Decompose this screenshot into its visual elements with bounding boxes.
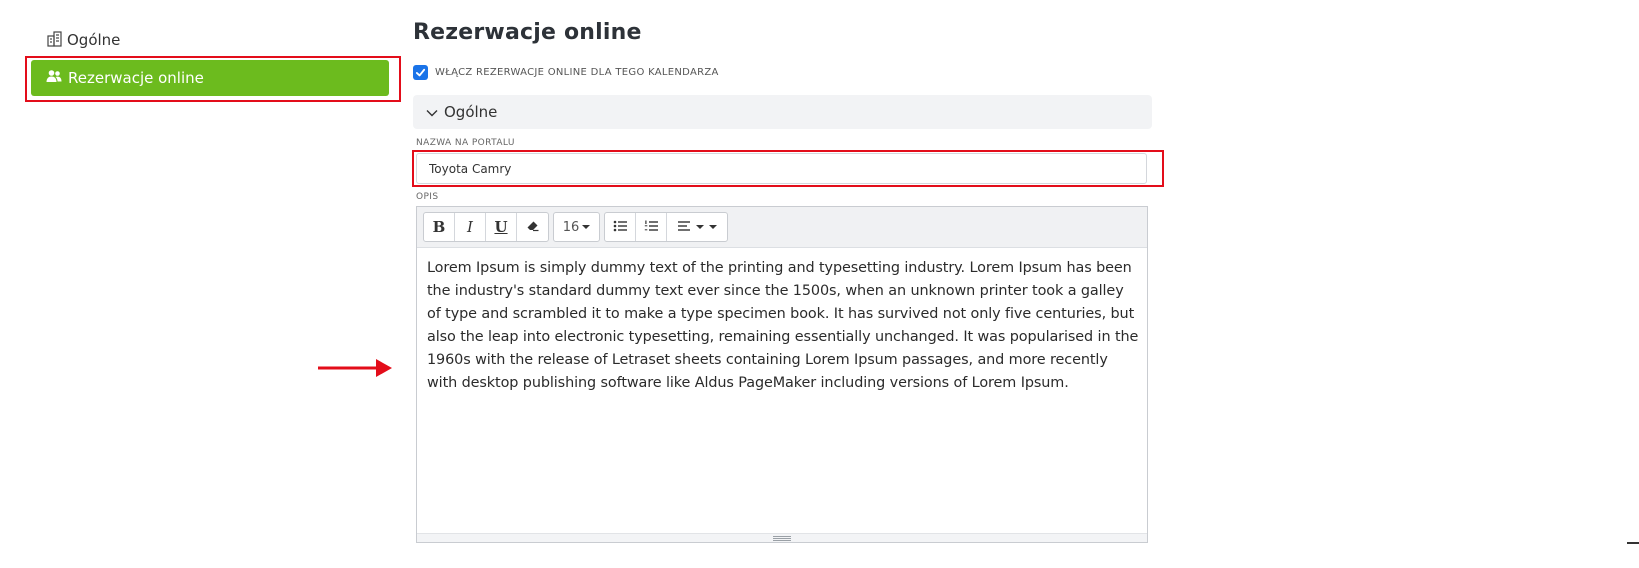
enable-online-reservations-row[interactable]: WŁĄCZ REZERWACJE ONLINE DLA TEGO KALENDA…: [413, 63, 719, 81]
bold-button[interactable]: B: [424, 213, 455, 241]
description-text-area[interactable]: Lorem Ipsum is simply dummy text of the …: [427, 257, 1139, 395]
section-general-label: Ogólne: [444, 103, 498, 121]
caret-down-icon: [582, 225, 591, 229]
font-size-value: 16: [562, 219, 580, 235]
align-dropdown[interactable]: [667, 213, 727, 241]
align-left-icon: [677, 218, 691, 237]
unordered-list-button[interactable]: [605, 213, 636, 241]
paragraph-button-group: [604, 212, 728, 242]
section-general-toggle[interactable]: Ogólne: [413, 95, 1152, 129]
page-title: Rezerwacje online: [413, 20, 642, 45]
ordered-list-button[interactable]: [636, 213, 667, 241]
portal-name-label: NAZWA NA PORTALU: [416, 138, 515, 148]
description-editor: B I U 16 Lorem Ipsum is simply dummy tex…: [416, 206, 1148, 543]
caret-down-icon: [709, 225, 717, 229]
description-label: OPIS: [416, 192, 439, 202]
font-size-dropdown[interactable]: 16: [554, 213, 599, 241]
enable-online-reservations-label: WŁĄCZ REZERWACJE ONLINE DLA TEGO KALENDA…: [435, 66, 719, 78]
font-size-group: 16: [553, 212, 600, 242]
chevron-down-icon: [426, 103, 438, 121]
grip-icon: [773, 535, 791, 541]
clear-format-button[interactable]: [517, 213, 548, 241]
italic-button[interactable]: I: [455, 213, 486, 241]
format-button-group: B I U: [423, 212, 549, 242]
annotation-arrow-icon: [318, 359, 392, 377]
editor-toolbar: B I U 16: [417, 207, 1147, 248]
numbered-list-icon: [644, 218, 658, 237]
underline-button[interactable]: U: [486, 213, 517, 241]
sidebar-item-label: Ogólne: [67, 31, 121, 49]
bullet-list-icon: [613, 218, 627, 237]
corner-mark: [1627, 542, 1639, 544]
sidebar-item-online-reservations[interactable]: Rezerwacje online: [31, 60, 389, 96]
editor-resize-handle[interactable]: [417, 533, 1147, 542]
sidebar-item-general[interactable]: Ogólne: [46, 28, 120, 52]
users-icon: [46, 69, 62, 87]
caret-down-icon: [696, 225, 704, 229]
enable-online-reservations-checkbox[interactable]: [413, 64, 428, 80]
portal-name-input[interactable]: [416, 153, 1147, 184]
sidebar-item-label: Rezerwacje online: [68, 69, 204, 87]
building-icon: [46, 30, 63, 51]
eraser-icon: [526, 218, 540, 237]
